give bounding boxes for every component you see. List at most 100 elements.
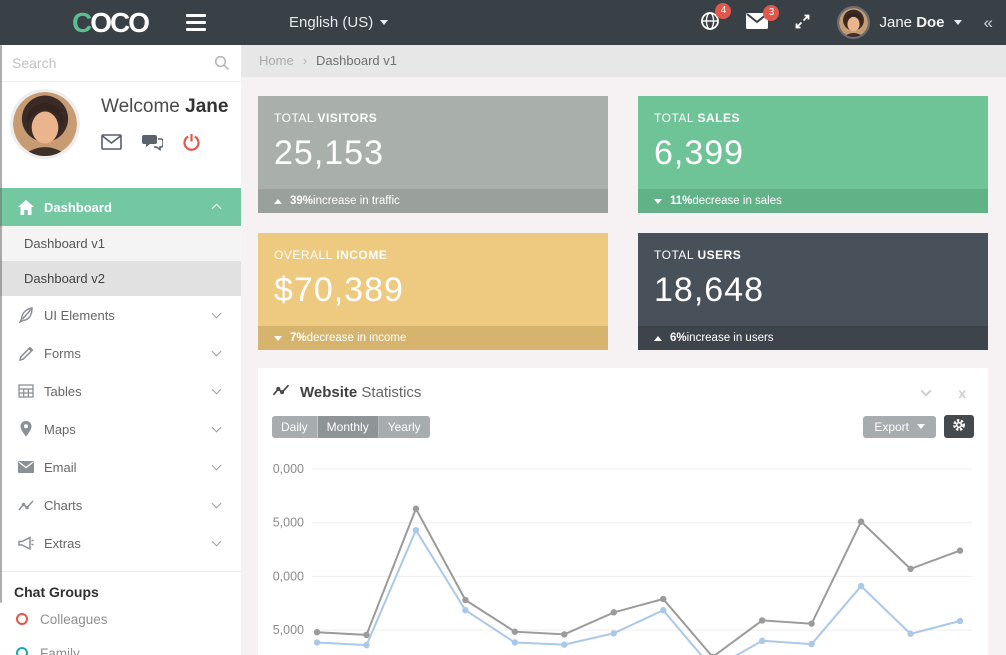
- feather-icon: [18, 307, 34, 323]
- chevron-down-icon: [212, 385, 222, 395]
- card-label: TOTAL SALES: [654, 111, 972, 125]
- sidebar-item-maps[interactable]: Maps: [0, 410, 241, 448]
- envelope-icon: [101, 138, 122, 153]
- chat-shortcut-button[interactable]: [142, 133, 163, 154]
- breadcrumb: Home › Dashboard v1: [241, 45, 1006, 77]
- user-welcome-card: Welcome Jane: [0, 82, 241, 187]
- user-menu[interactable]: Jane Doe: [837, 6, 961, 39]
- sidebar-item-forms[interactable]: Forms: [0, 334, 241, 372]
- chevron-down-icon: [917, 424, 925, 429]
- notifications-globe-button[interactable]: 4: [700, 11, 720, 34]
- card-value: 6,399: [654, 134, 972, 173]
- series-light-point: [808, 641, 814, 647]
- stat-card-total-sales: TOTAL SALES 6,399 11% decrease in sales: [638, 96, 988, 213]
- series-dark-point: [957, 547, 963, 553]
- chevron-down-icon: [954, 20, 962, 25]
- welcome-text: Welcome Jane: [101, 96, 228, 118]
- language-label: English (US): [289, 14, 373, 31]
- line-chart-icon: [18, 499, 34, 512]
- fullscreen-button[interactable]: [794, 13, 811, 33]
- messages-badge: 3: [763, 5, 779, 21]
- series-light-point: [363, 642, 369, 648]
- card-value: $70,389: [274, 271, 592, 310]
- apps-grid-icon[interactable]: [239, 15, 255, 31]
- breadcrumb-current: Dashboard v1: [316, 53, 397, 68]
- series-dark-point: [314, 629, 320, 635]
- series-light-point: [413, 527, 419, 533]
- map-marker-icon: [18, 421, 34, 437]
- series-light-point: [462, 607, 468, 613]
- series-light-point: [561, 641, 567, 647]
- range-daily-button[interactable]: Daily: [272, 416, 318, 438]
- line-chart-icon: [272, 383, 290, 402]
- user-name: Jane Doe: [879, 14, 944, 31]
- sidebar-item-ui-elements[interactable]: UI Elements: [0, 296, 241, 334]
- messages-button[interactable]: 3: [746, 13, 768, 32]
- gear-icon: [952, 418, 966, 435]
- stat-card-overall-income: OVERALL INCOME $70,389 7% decrease in in…: [258, 233, 608, 350]
- chat-bubbles-icon: [142, 139, 163, 154]
- series-light-point: [858, 583, 864, 589]
- avatar: [837, 6, 870, 39]
- mail-shortcut-button[interactable]: [101, 133, 122, 154]
- panel-collapse-chevron-icon[interactable]: [921, 385, 932, 396]
- sidebar-item-dashboard-v2[interactable]: Dashboard v2: [0, 261, 241, 296]
- series-light-point: [611, 630, 617, 636]
- series-dark-point: [462, 597, 468, 603]
- expand-icon: [794, 13, 811, 33]
- sidebar-item-extras[interactable]: Extras: [0, 524, 241, 562]
- stat-card-total-users: TOTAL USERS 18,648 6% increase in users: [638, 233, 988, 350]
- app-logo[interactable]: COCO: [72, 0, 148, 45]
- y-axis-tick-label: 5,000: [273, 623, 304, 637]
- circle-icon: [16, 613, 28, 625]
- panel-close-button[interactable]: x: [958, 385, 966, 401]
- range-button-group: Daily Monthly Yearly: [272, 416, 430, 438]
- navbar-collapse-button[interactable]: «: [984, 13, 993, 33]
- sidebar-item-dashboard[interactable]: Dashboard: [0, 188, 241, 226]
- globe-badge: 4: [715, 3, 731, 19]
- chevron-down-icon: [212, 499, 222, 509]
- breadcrumb-home-link[interactable]: Home: [259, 53, 294, 68]
- card-label: OVERALL INCOME: [274, 248, 592, 262]
- card-trend: 39% increase in traffic: [258, 189, 608, 213]
- language-dropdown[interactable]: English (US): [289, 14, 388, 31]
- card-trend: 6% increase in users: [638, 326, 988, 350]
- range-yearly-button[interactable]: Yearly: [379, 416, 430, 438]
- sidebar-toggle-button[interactable]: [186, 14, 206, 31]
- card-label: TOTAL USERS: [654, 248, 972, 262]
- y-axis-tick-label: 15,000: [272, 516, 304, 530]
- chevron-down-icon: [212, 537, 222, 547]
- table-icon: [18, 384, 34, 398]
- breadcrumb-separator: ›: [303, 53, 307, 68]
- series-dark-point: [660, 596, 666, 602]
- settings-button[interactable]: [944, 415, 974, 438]
- sidebar-item-dashboard-v1[interactable]: Dashboard v1: [0, 226, 241, 261]
- envelope-icon: [18, 461, 34, 473]
- series-dark-point: [858, 518, 864, 524]
- sidebar-item-email[interactable]: Email: [0, 448, 241, 486]
- series-dark-point: [561, 631, 567, 637]
- sidebar-item-charts[interactable]: Charts: [0, 486, 241, 524]
- megaphone-icon: [18, 536, 34, 550]
- triangle-down-icon: [274, 336, 282, 341]
- chat-group-colleagues[interactable]: Colleagues: [0, 604, 241, 634]
- search-input[interactable]: [0, 45, 241, 81]
- card-trend: 7% decrease in income: [258, 326, 608, 350]
- sidebar-scrollbar[interactable]: [0, 45, 2, 603]
- card-trend: 11% decrease in sales: [638, 189, 988, 213]
- export-dropdown-button[interactable]: Export: [863, 416, 936, 438]
- chevron-down-icon: [380, 20, 388, 25]
- series-dark-point: [413, 506, 419, 512]
- sidebar-item-tables[interactable]: Tables: [0, 372, 241, 410]
- triangle-down-icon: [654, 199, 662, 204]
- range-monthly-button[interactable]: Monthly: [318, 416, 379, 438]
- series-dark-point: [363, 632, 369, 638]
- series-light-point: [512, 639, 518, 645]
- chevron-down-icon: [212, 347, 222, 357]
- logout-button[interactable]: [183, 133, 200, 154]
- panel-title: Website Statistics: [300, 384, 421, 401]
- card-value: 18,648: [654, 271, 972, 310]
- chat-group-family[interactable]: Family: [0, 638, 241, 655]
- card-value: 25,153: [274, 134, 592, 173]
- y-axis-tick-label: 10,000: [272, 569, 304, 583]
